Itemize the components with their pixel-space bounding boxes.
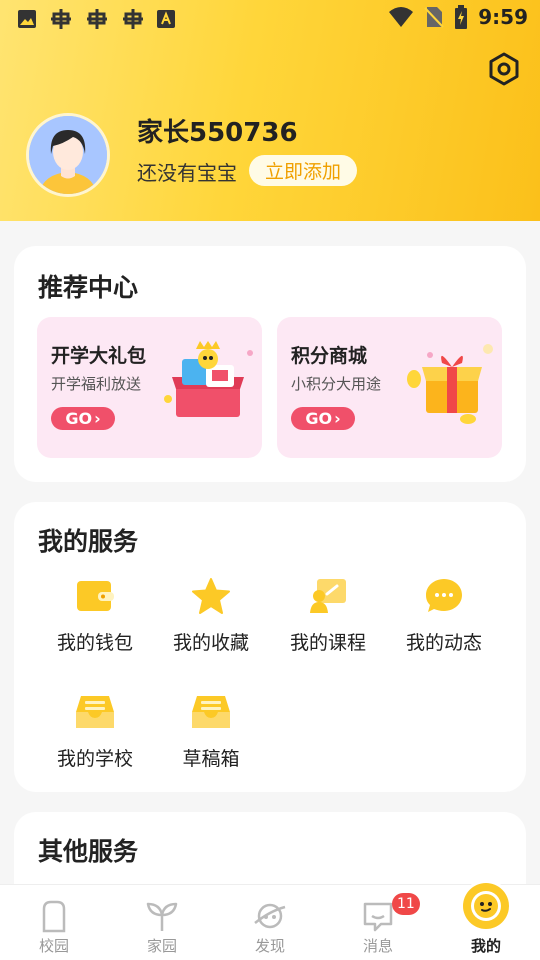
recommend-item-gift-pack[interactable]: 开学大礼包 开学福利放送 GO › [37, 317, 262, 458]
gift-coins-icon [407, 344, 493, 424]
go-button[interactable]: GO › [51, 407, 115, 430]
campus-icon [42, 900, 66, 933]
profile-header: 9:59 家长550736 还没有宝宝 立即添加 [0, 0, 540, 221]
tab-label: 发现 [254, 937, 285, 955]
gift-box-icon [164, 341, 253, 417]
service-label: 草稿箱 [182, 748, 240, 770]
tab-discover[interactable]: 发现 [216, 885, 324, 960]
baby-status: 还没有宝宝 [137, 161, 237, 185]
service-moments[interactable]: 我的动态 [386, 576, 502, 676]
settings-icon [489, 52, 519, 86]
service-label: 我的收藏 [172, 632, 249, 654]
chat-bubble-icon [426, 579, 462, 612]
tab-campus[interactable]: 校园 [0, 885, 108, 960]
service-label: 我的钱包 [56, 632, 133, 654]
settings-button[interactable] [486, 51, 522, 87]
course-icon [310, 579, 346, 613]
recommend-card: 推荐中心 开学大礼包 开学福利放送 GO › 积分商城 小积分大用途 GO › [14, 246, 526, 482]
wallet-icon [77, 581, 114, 611]
font-icon [157, 10, 175, 28]
recommend-title: 推荐中心 [38, 273, 139, 302]
sprout-icon [146, 902, 178, 931]
no-sim-icon [424, 7, 444, 28]
image-icon [18, 10, 36, 28]
tab-home[interactable]: 家园 [108, 885, 216, 960]
service-favorites[interactable]: 我的收藏 [153, 576, 269, 676]
tab-label: 消息 [362, 937, 393, 955]
service-label: 我的学校 [56, 748, 133, 770]
username: 家长550736 [137, 118, 298, 148]
bug-icon [87, 9, 107, 29]
status-time: 9:59 [478, 5, 528, 29]
services-title: 我的服务 [38, 527, 139, 556]
service-school[interactable]: 我的学校 [37, 692, 153, 792]
status-bar: 9:59 [0, 0, 540, 36]
me-icon [463, 883, 509, 929]
recommend-item-subtitle: 开学福利放送 [51, 375, 142, 393]
go-button[interactable]: GO › [291, 407, 355, 430]
service-courses[interactable]: 我的课程 [270, 576, 386, 676]
chevron-right-icon: › [94, 409, 101, 428]
service-label: 我的课程 [289, 632, 366, 654]
service-wallet[interactable]: 我的钱包 [37, 576, 153, 676]
inbox-icon [76, 696, 114, 728]
tab-label: 我的 [470, 937, 501, 955]
recommend-item-title: 积分商城 [291, 345, 368, 367]
add-baby-button[interactable]: 立即添加 [249, 155, 357, 186]
services-card: 我的服务 我的钱包 我的收藏 我的课程 我的动态 我的学校 草稿箱 [14, 502, 526, 792]
wifi-icon [389, 7, 414, 27]
go-label: GO [305, 409, 333, 428]
planet-icon [254, 903, 286, 929]
bug-icon [51, 9, 71, 29]
other-services-title: 其他服务 [38, 837, 139, 866]
star-icon [192, 578, 230, 614]
service-drafts[interactable]: 草稿箱 [153, 692, 269, 792]
bottom-tab-bar: 校园 家园 发现 消息 我的 [0, 884, 540, 960]
message-badge: 11 [392, 893, 420, 915]
recommend-item-points-mall[interactable]: 积分商城 小积分大用途 GO › [277, 317, 502, 458]
service-label: 我的动态 [405, 632, 482, 654]
tab-me-bubble[interactable] [460, 880, 512, 932]
go-label: GO [65, 409, 93, 428]
recommend-item-subtitle: 小积分大用途 [291, 375, 382, 393]
avatar-icon [29, 116, 107, 194]
avatar[interactable] [26, 113, 110, 197]
tab-label: 校园 [38, 937, 69, 955]
drafts-icon [192, 696, 230, 728]
tab-label: 家园 [146, 937, 177, 955]
battery-charging-icon [455, 5, 468, 29]
bug-icon [123, 9, 143, 29]
recommend-item-title: 开学大礼包 [51, 345, 147, 367]
chevron-right-icon: › [334, 409, 341, 428]
message-icon [363, 902, 393, 932]
